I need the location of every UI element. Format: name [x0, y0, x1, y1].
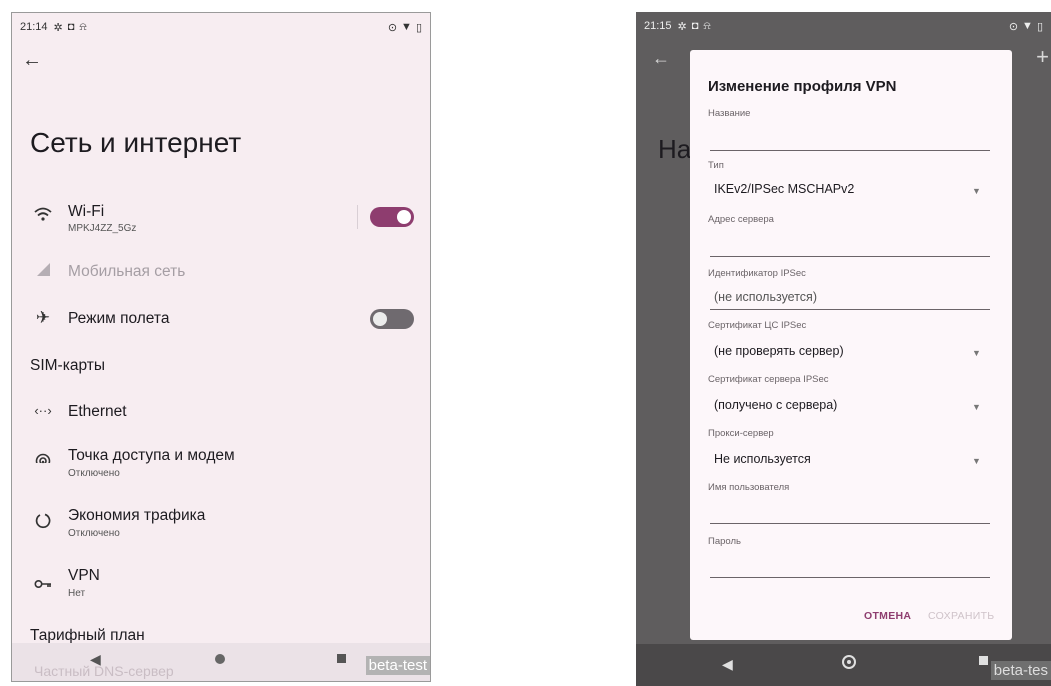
hotspot-icon: [32, 453, 54, 474]
beta-test-label: beta-tes: [990, 661, 1051, 680]
ca-cert-label: Сертификат ЦС IPSec: [708, 320, 807, 331]
gear-status-icon: ✲: [53, 21, 63, 34]
nav-recents-icon[interactable]: [337, 654, 346, 663]
dropdown-arrow-icon[interactable]: ▼: [972, 402, 981, 412]
vpn-profile-dialog: Изменение профиля VPN Название Тип IKEv2…: [690, 50, 1012, 640]
background-page-title: На: [658, 134, 692, 164]
battery-icon: ▯: [415, 21, 422, 34]
battery-icon: ▯: [1036, 20, 1043, 33]
setting-item-ethernet[interactable]: ‹··› Ethernet: [12, 387, 430, 433]
dropdown-arrow-icon[interactable]: ▼: [972, 348, 981, 358]
toggle-knob: [397, 210, 411, 224]
dialog-title: Изменение профиля VPN: [708, 78, 897, 95]
setting-item-vpn[interactable]: VPN Нет: [12, 557, 430, 603]
wifi-toggle[interactable]: [370, 207, 414, 227]
type-select[interactable]: IKEv2/IPSec MSCHAPv2: [714, 182, 854, 196]
dropdown-arrow-icon[interactable]: ▼: [972, 456, 981, 466]
wifi-network-name: MPKJ4ZZ_5Gz: [68, 223, 137, 234]
airplane-mode-toggle[interactable]: [370, 309, 414, 329]
vpn-status: Нет: [68, 588, 86, 599]
server-cert-label: Сертификат сервера IPSec: [708, 374, 829, 385]
ipsec-id-input[interactable]: (не используется): [714, 290, 817, 304]
dropdown-arrow-icon[interactable]: ▼: [972, 186, 981, 196]
navigation-bar: Частный DNS-сервер ◀ beta-test: [12, 643, 430, 681]
wifi-title: Wi-Fi: [68, 203, 105, 220]
ca-cert-select[interactable]: (не проверять сервер): [714, 344, 844, 358]
divider: [357, 205, 358, 229]
ipsec-id-label: Идентификатор IPSec: [708, 268, 806, 279]
alarm-status-icon: ⍾: [79, 20, 87, 33]
data-saver-status: Отключено: [68, 528, 120, 539]
setting-item-mobile-network[interactable]: Мобильная сеть: [12, 247, 430, 293]
data-saver-icon: [32, 513, 54, 534]
toggle-knob: [373, 312, 387, 326]
page-title: Сеть и интернет: [30, 127, 242, 158]
nav-home-icon[interactable]: [215, 654, 225, 664]
ipsec-id-underline: [710, 309, 990, 310]
password-label: Пароль: [708, 536, 741, 547]
proxy-label: Прокси-сервер: [708, 428, 774, 439]
private-dns-item[interactable]: Частный DNS-сервер: [34, 663, 174, 679]
back-arrow-icon: ←: [652, 48, 670, 68]
cellular-signal-icon: [32, 261, 54, 282]
add-icon: +: [1036, 44, 1049, 69]
vpn-dialog-screen: 21:15 ✲ ◘ ⍾ ⊙ ▼ ▯ ← + На Изменение профи…: [636, 12, 1051, 686]
type-label: Тип: [708, 160, 724, 171]
status-bar: 21:14 ✲ ◘ ⍾ ⊙ ▼ ▯: [12, 13, 430, 41]
status-icons-right: ⊙ ▼ ▯: [388, 21, 422, 34]
setting-item-airplane-mode[interactable]: ✈ Режим полета: [12, 293, 430, 339]
data-saver-title: Экономия трафика: [68, 507, 206, 524]
setting-item-wifi[interactable]: Wi-Fi MPKJ4ZZ_5Gz: [12, 193, 430, 239]
gear-status-icon: ✲: [677, 20, 687, 33]
back-arrow-icon[interactable]: ←: [22, 49, 42, 72]
nav-home-icon[interactable]: [842, 655, 856, 669]
beta-test-label: beta-test: [365, 656, 430, 675]
cancel-button[interactable]: ОТМЕНА: [864, 610, 911, 622]
alarm-status-icon: ⍾: [703, 19, 711, 32]
name-input-underline: [710, 150, 990, 151]
shield-status-icon: ◘: [67, 21, 75, 33]
password-underline: [710, 577, 990, 578]
navigation-bar: ◀ beta-tes: [636, 644, 1051, 686]
vpn-title: VPN: [68, 567, 100, 584]
server-address-underline: [710, 256, 990, 257]
username-underline: [710, 523, 990, 524]
wifi-icon: [32, 207, 54, 228]
hotspot-status: Отключено: [68, 468, 120, 479]
ethernet-title: Ethernet: [68, 403, 127, 420]
settings-screen: 21:14 ✲ ◘ ⍾ ⊙ ▼ ▯ ← Сеть и интернет Wi-F…: [11, 12, 431, 682]
status-time: 21:15: [644, 20, 672, 32]
nav-recents-icon[interactable]: [979, 656, 988, 665]
airplane-mode-title: Режим полета: [68, 310, 170, 327]
wifi-status-icon: ▼: [401, 20, 412, 33]
save-button[interactable]: СОХРАНИТЬ: [928, 610, 995, 622]
shield-status-icon: ◘: [691, 20, 699, 32]
setting-item-data-saver[interactable]: Экономия трафика Отключено: [12, 497, 430, 543]
airplane-icon: ✈: [35, 308, 51, 327]
status-time: 21:14: [20, 21, 48, 33]
nav-back-icon[interactable]: ◀: [722, 656, 733, 673]
server-address-label: Адрес сервера: [708, 214, 774, 225]
wifi-status-icon: ▼: [1022, 19, 1033, 32]
server-cert-select[interactable]: (получено с сервера): [714, 398, 837, 412]
name-label: Название: [708, 108, 751, 119]
hotspot-title: Точка доступа и модем: [68, 447, 235, 464]
vpn-key-icon: [32, 575, 54, 595]
location-icon: ⊙: [1008, 20, 1019, 33]
proxy-select[interactable]: Не используется: [714, 452, 811, 466]
setting-item-sim-cards[interactable]: SIM-карты: [12, 341, 430, 387]
location-icon: ⊙: [387, 21, 398, 34]
status-icons-right: ⊙ ▼ ▯: [1009, 20, 1043, 33]
setting-item-hotspot[interactable]: Точка доступа и модем Отключено: [12, 437, 430, 483]
ethernet-icon: ‹··›: [34, 403, 52, 418]
nav-back-icon[interactable]: ◀: [90, 651, 101, 668]
sim-cards-title: SIM-карты: [30, 357, 105, 374]
username-label: Имя пользователя: [708, 482, 790, 493]
status-bar: 21:15 ✲ ◘ ⍾ ⊙ ▼ ▯: [636, 12, 1051, 40]
mobile-network-title: Мобильная сеть: [68, 263, 186, 280]
